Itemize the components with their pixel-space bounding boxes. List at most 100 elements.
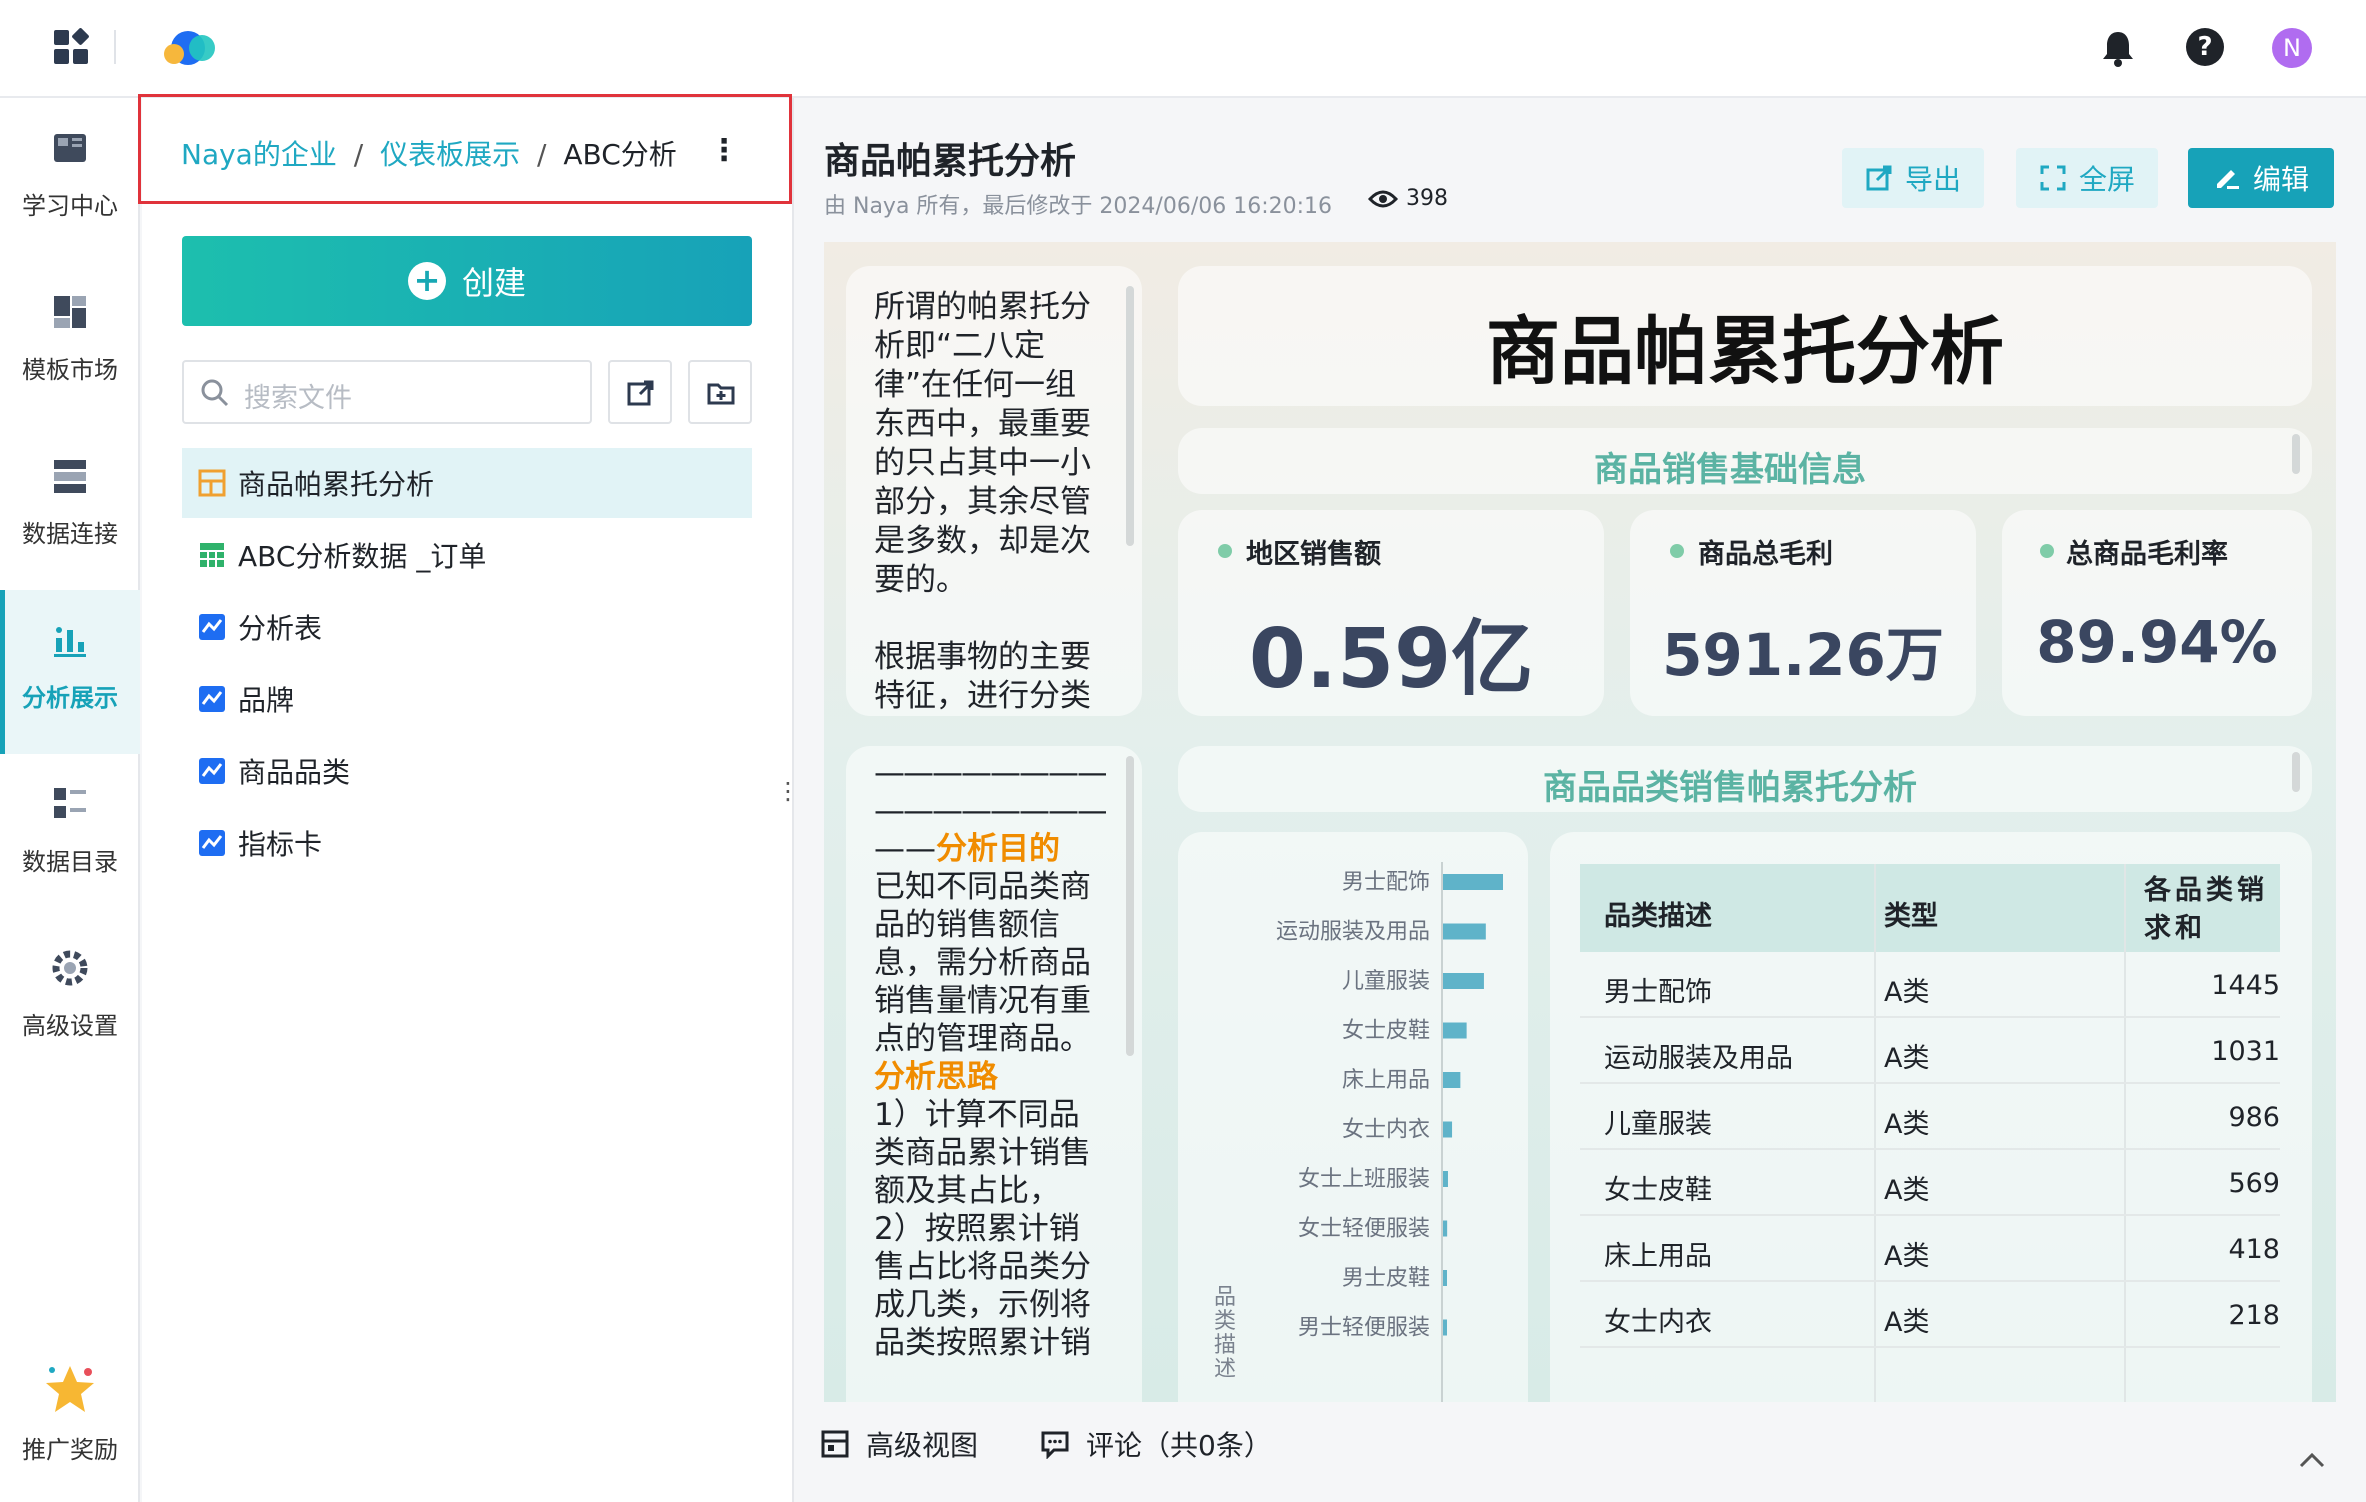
file-item-brand[interactable]: 品牌 bbox=[182, 664, 752, 734]
bar[interactable] bbox=[1443, 874, 1503, 890]
sidebar-item-templates[interactable]: 模板市场 bbox=[0, 262, 140, 426]
panel-resize-handle[interactable]: ⋮ bbox=[776, 779, 800, 816]
file-panel: Naya的企业 / 仪表板展示 / ABC分析 ⋮ + 创建 搜索文件 商品帕累… bbox=[138, 94, 800, 1502]
table-row[interactable]: 儿童服装 A类 986 bbox=[1580, 1084, 2280, 1150]
chart-icon bbox=[50, 620, 90, 660]
create-button-label: 创建 bbox=[461, 264, 526, 302]
comments-label: 评论（共0条） bbox=[1086, 1429, 1272, 1462]
breadcrumb-link-enterprise[interactable]: Naya的企业 bbox=[181, 138, 337, 171]
bar[interactable] bbox=[1443, 1270, 1447, 1286]
bar[interactable] bbox=[1443, 1022, 1467, 1039]
table-header-cell: 各品类销求和 bbox=[2144, 875, 2268, 944]
comment-icon bbox=[1041, 1431, 1069, 1459]
analysis-icon bbox=[199, 758, 225, 784]
create-button[interactable]: + 创建 bbox=[182, 236, 752, 326]
advanced-view-button[interactable]: 高级视图 bbox=[820, 1424, 978, 1464]
table-cell: 418 bbox=[2228, 1234, 2280, 1265]
bar[interactable] bbox=[1443, 973, 1484, 989]
bar[interactable] bbox=[1443, 923, 1486, 940]
bar-category-label: 床上用品 bbox=[1342, 1068, 1430, 1093]
apps-grid-icon[interactable] bbox=[52, 28, 90, 66]
scrollbar[interactable] bbox=[1126, 756, 1134, 1056]
export-label: 导出 bbox=[1904, 163, 1961, 196]
breadcrumb-current: ABC分析 bbox=[563, 138, 677, 171]
sidebar-item-reward[interactable]: 推广奖励 bbox=[0, 1338, 140, 1502]
category-table-card: 品类描述 类型 各品类销求和 男士配饰 A类 1445 运动服装及用品 A类 1031 儿童… bbox=[1550, 832, 2312, 1402]
dashboard-canvas: 所谓的帕累托分析即“二八定律”在任何一组东西中，最重要的只占其中一小部分，其余尽… bbox=[824, 242, 2336, 1402]
table-cell: A类 bbox=[1884, 1109, 1930, 1140]
bar[interactable] bbox=[1443, 1220, 1448, 1237]
file-item-label: ABC分析数据 _订单 bbox=[238, 540, 487, 573]
table-cell: 1031 bbox=[2211, 1036, 2280, 1067]
table-cell: 986 bbox=[2228, 1102, 2280, 1133]
edit-button[interactable]: 编辑 bbox=[2188, 148, 2334, 208]
table-cell: 女士皮鞋 bbox=[1604, 1175, 1712, 1206]
table-row[interactable]: 床上用品 A类 418 bbox=[1580, 1216, 2280, 1282]
bar-axis-label: 品类描述 bbox=[1214, 1285, 1237, 1382]
new-folder-button[interactable] bbox=[688, 360, 752, 424]
file-item-analysis-table[interactable]: 分析表 bbox=[182, 592, 752, 662]
comments-button[interactable]: 评论（共0条） bbox=[1040, 1424, 1272, 1464]
category-bar-chart: 男士配饰 运动服装及用品 儿童服装 女士皮鞋 床上用品 女士内衣 女士上班服装 女士轻便服装男… bbox=[1178, 832, 1528, 1402]
brand-logo bbox=[160, 24, 224, 68]
bar-category-label: 儿童服装 bbox=[1342, 969, 1430, 994]
analysis-icon bbox=[199, 830, 225, 856]
avatar[interactable]: N bbox=[2272, 28, 2312, 68]
divider-line: ———————————————— bbox=[874, 793, 1106, 829]
more-menu-icon[interactable]: ⋮ bbox=[709, 133, 739, 169]
bar[interactable] bbox=[1443, 1319, 1447, 1336]
fullscreen-button[interactable]: 全屏 bbox=[2016, 148, 2158, 208]
chevron-up-icon[interactable] bbox=[2298, 1450, 2326, 1470]
scrollbar[interactable] bbox=[2292, 752, 2300, 792]
category-table: 品类描述 类型 各品类销求和 男士配饰 A类 1445 运动服装及用品 A类 1031 儿童… bbox=[1580, 864, 2280, 1402]
sidebar-item-label: 推广奖励 bbox=[22, 1436, 118, 1464]
table-cell: 儿童服装 bbox=[1604, 1109, 1712, 1140]
sidebar-item-settings[interactable]: 高级设置 bbox=[0, 918, 140, 1082]
table-row[interactable]: 男士配饰 A类 1445 bbox=[1580, 952, 2280, 1018]
bar[interactable] bbox=[1443, 1121, 1453, 1138]
dashboard-icon bbox=[198, 469, 226, 497]
kpi-dot bbox=[1218, 544, 1232, 558]
sidebar: 学习中心 模板市场 数据连接 分析展示 数据目录 高级设置 推广奖励 bbox=[0, 98, 140, 1502]
breadcrumb-link-dashboards[interactable]: 仪表板展示 bbox=[380, 138, 520, 171]
table-cell: A类 bbox=[1884, 1175, 1930, 1206]
sidebar-item-label: 高级设置 bbox=[22, 1012, 118, 1040]
bell-icon[interactable] bbox=[2100, 28, 2136, 68]
bar-category-label: 运动服装及用品 bbox=[1276, 920, 1430, 945]
bar[interactable] bbox=[1443, 1171, 1448, 1187]
file-item-order-table[interactable]: ABC分析数据 _订单 bbox=[182, 520, 752, 590]
folder-plus-icon bbox=[707, 383, 735, 405]
search-placeholder: 搜索文件 bbox=[244, 383, 352, 414]
table-row[interactable]: 运动服装及用品 A类 1031 bbox=[1580, 1018, 2280, 1084]
search-input[interactable]: 搜索文件 bbox=[182, 360, 592, 424]
file-item-kpi-card[interactable]: 指标卡 bbox=[182, 808, 752, 878]
file-item-label: 商品帕累托分析 bbox=[238, 468, 435, 501]
table-row[interactable]: 女士皮鞋 A类 569 bbox=[1580, 1150, 2280, 1216]
sidebar-item-data-connection[interactable]: 数据连接 bbox=[0, 426, 140, 590]
purpose-heading: 分析目的 bbox=[936, 831, 1060, 867]
table-cell: 1445 bbox=[2211, 970, 2280, 1001]
file-item-category[interactable]: 商品品类 bbox=[182, 736, 752, 806]
move-file-button[interactable] bbox=[608, 360, 672, 424]
scrollbar[interactable] bbox=[2292, 434, 2300, 474]
export-button[interactable]: 导出 bbox=[1842, 148, 1984, 208]
sidebar-item-analysis[interactable]: 分析展示 bbox=[0, 590, 140, 754]
purpose-text: 已知不同品类商品的销售额信息，需分析商品销售量情况有重点的管理商品。 bbox=[874, 869, 1091, 1057]
table-header-cell: 品类描述 bbox=[1604, 901, 1712, 932]
title-card: 商品帕累托分析 bbox=[1178, 266, 2312, 406]
bar[interactable] bbox=[1443, 1072, 1461, 1088]
analysis-notes: ———————————————— ———————————————— ——分析目的… bbox=[874, 754, 1106, 1362]
help-icon[interactable]: ? bbox=[2186, 28, 2224, 66]
view-count-value: 398 bbox=[1406, 186, 1448, 211]
section-header-pareto: 商品品类销售帕累托分析 bbox=[1178, 746, 2312, 812]
file-item-pareto-dashboard[interactable]: 商品帕累托分析 bbox=[182, 448, 752, 518]
kpi-card-gross-profit: 商品总毛利 591.26万 bbox=[1630, 510, 1976, 716]
fullscreen-label: 全屏 bbox=[2078, 163, 2135, 196]
sidebar-item-catalog[interactable]: 数据目录 bbox=[0, 754, 140, 918]
plus-circle-icon: + bbox=[407, 262, 446, 300]
scrollbar[interactable] bbox=[1126, 286, 1134, 546]
table-row[interactable]: 女士内衣 A类 218 bbox=[1580, 1282, 2280, 1348]
kpi-label: 商品总毛利 bbox=[1698, 539, 1833, 570]
sidebar-item-learning[interactable]: 学习中心 bbox=[0, 98, 140, 262]
table-cell: A类 bbox=[1884, 1043, 1930, 1074]
